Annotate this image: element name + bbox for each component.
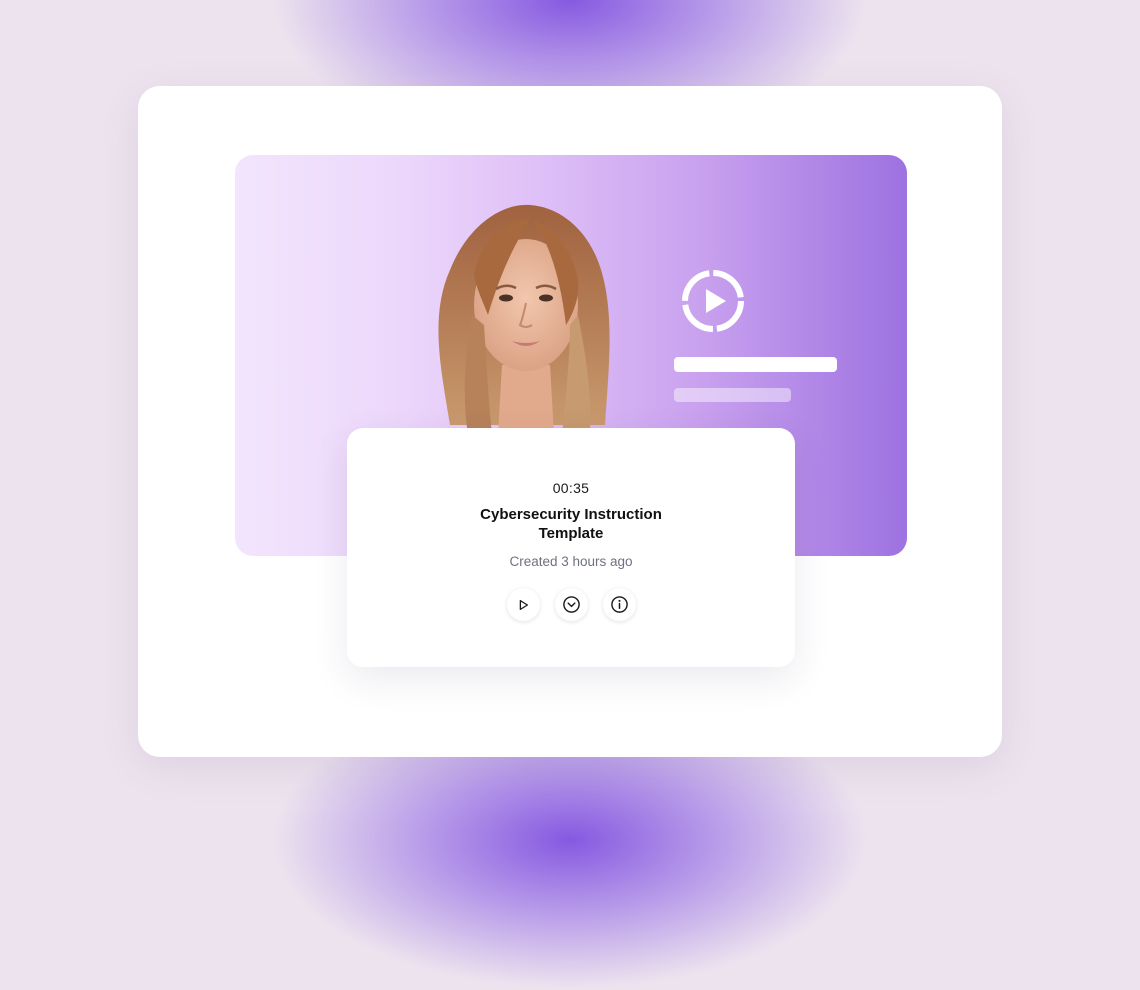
video-duration: 00:35	[552, 480, 590, 496]
video-title-line-2: Template	[538, 525, 604, 542]
play-icon	[519, 599, 529, 610]
play-circle-icon	[682, 270, 744, 332]
video-info-card: 00:35 Cybersecurity Instruction Template…	[347, 428, 795, 667]
placeholder-bar-primary	[674, 357, 837, 372]
created-timestamp: Created 3 hours ago	[509, 554, 633, 569]
play-button[interactable]	[506, 588, 540, 621]
video-title: Cybersecurity Instruction Template	[347, 505, 795, 543]
download-button[interactable]	[554, 588, 588, 621]
chevron-down-circle-icon	[562, 596, 580, 613]
video-title-line-1: Cybersecurity Instruction	[480, 506, 662, 523]
info-button[interactable]	[602, 588, 636, 621]
action-buttons	[347, 588, 795, 621]
info-icon	[610, 596, 628, 613]
placeholder-bar-secondary	[674, 388, 791, 402]
presenter-portrait	[438, 204, 610, 435]
